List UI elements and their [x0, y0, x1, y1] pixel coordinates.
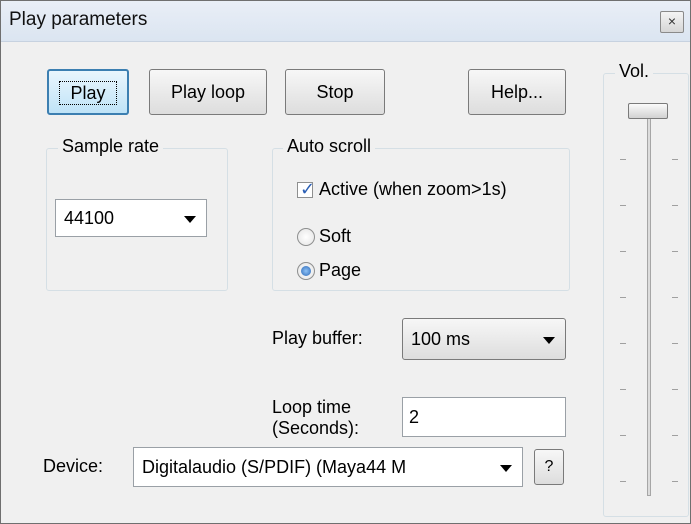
loop-time-label: Loop time (Seconds): — [272, 397, 359, 439]
loop-time-label-line2: (Seconds): — [272, 418, 360, 438]
checkmark-icon: ✓ — [300, 179, 316, 199]
volume-tick — [672, 251, 678, 252]
volume-slider-track[interactable] — [647, 103, 651, 496]
sample-rate-select[interactable]: 44100 — [55, 199, 207, 237]
chevron-down-icon — [184, 216, 196, 223]
volume-label: Vol. — [615, 61, 654, 82]
device-help-button[interactable]: ? — [534, 449, 564, 485]
loop-time-label-line1: Loop time — [272, 397, 352, 417]
volume-tick — [620, 435, 626, 436]
device-value: Digitalaudio (S/PDIF) (Maya44 M — [142, 457, 407, 477]
auto-scroll-page-radio[interactable] — [297, 262, 315, 280]
chevron-down-icon — [543, 337, 555, 344]
volume-tick — [620, 389, 626, 390]
auto-scroll-active-checkbox[interactable]: ✓ — [297, 179, 316, 199]
play-button[interactable]: Play — [47, 69, 129, 115]
chevron-down-icon — [500, 465, 512, 472]
auto-scroll-soft-radio[interactable] — [297, 228, 315, 246]
volume-tick — [672, 389, 678, 390]
auto-scroll-page-label: Page — [319, 260, 362, 280]
volume-tick — [672, 481, 678, 482]
window-title: Play parameters — [9, 9, 148, 30]
close-icon[interactable]: × — [660, 11, 684, 33]
volume-tick — [620, 481, 626, 482]
device-label: Device: — [43, 456, 104, 476]
volume-group — [603, 73, 689, 517]
volume-tick — [620, 343, 626, 344]
stop-button[interactable]: Stop — [285, 69, 385, 115]
volume-tick — [620, 159, 626, 160]
volume-tick — [672, 297, 678, 298]
device-select[interactable]: Digitalaudio (S/PDIF) (Maya44 M — [133, 447, 523, 487]
play-buffer-label: Play buffer: — [272, 328, 363, 348]
volume-tick — [672, 435, 678, 436]
volume-tick — [620, 251, 626, 252]
volume-tick — [672, 343, 678, 344]
play-buffer-value: 100 ms — [411, 329, 471, 349]
volume-tick — [672, 205, 678, 206]
volume-tick — [620, 205, 626, 206]
help-button[interactable]: Help... — [468, 69, 566, 115]
sample-rate-value: 44100 — [64, 208, 115, 228]
play-button-label: Play — [59, 81, 117, 105]
sample-rate-label: Sample rate — [58, 136, 164, 157]
auto-scroll-label: Auto scroll — [283, 136, 376, 157]
volume-tick — [620, 297, 626, 298]
auto-scroll-soft-label: Soft — [319, 226, 352, 246]
play-loop-button[interactable]: Play loop — [149, 69, 267, 115]
play-parameters-window: Play parameters × Play Play loop Stop He… — [0, 0, 691, 524]
auto-scroll-active-label: Active (when zoom>1s) — [319, 179, 507, 199]
play-buffer-select[interactable]: 100 ms — [402, 318, 566, 360]
volume-slider-thumb[interactable] — [628, 103, 668, 119]
auto-scroll-group — [272, 148, 570, 291]
title-bar: Play parameters × — [1, 1, 690, 42]
loop-time-input[interactable]: 2 — [402, 397, 566, 437]
volume-tick — [672, 159, 678, 160]
